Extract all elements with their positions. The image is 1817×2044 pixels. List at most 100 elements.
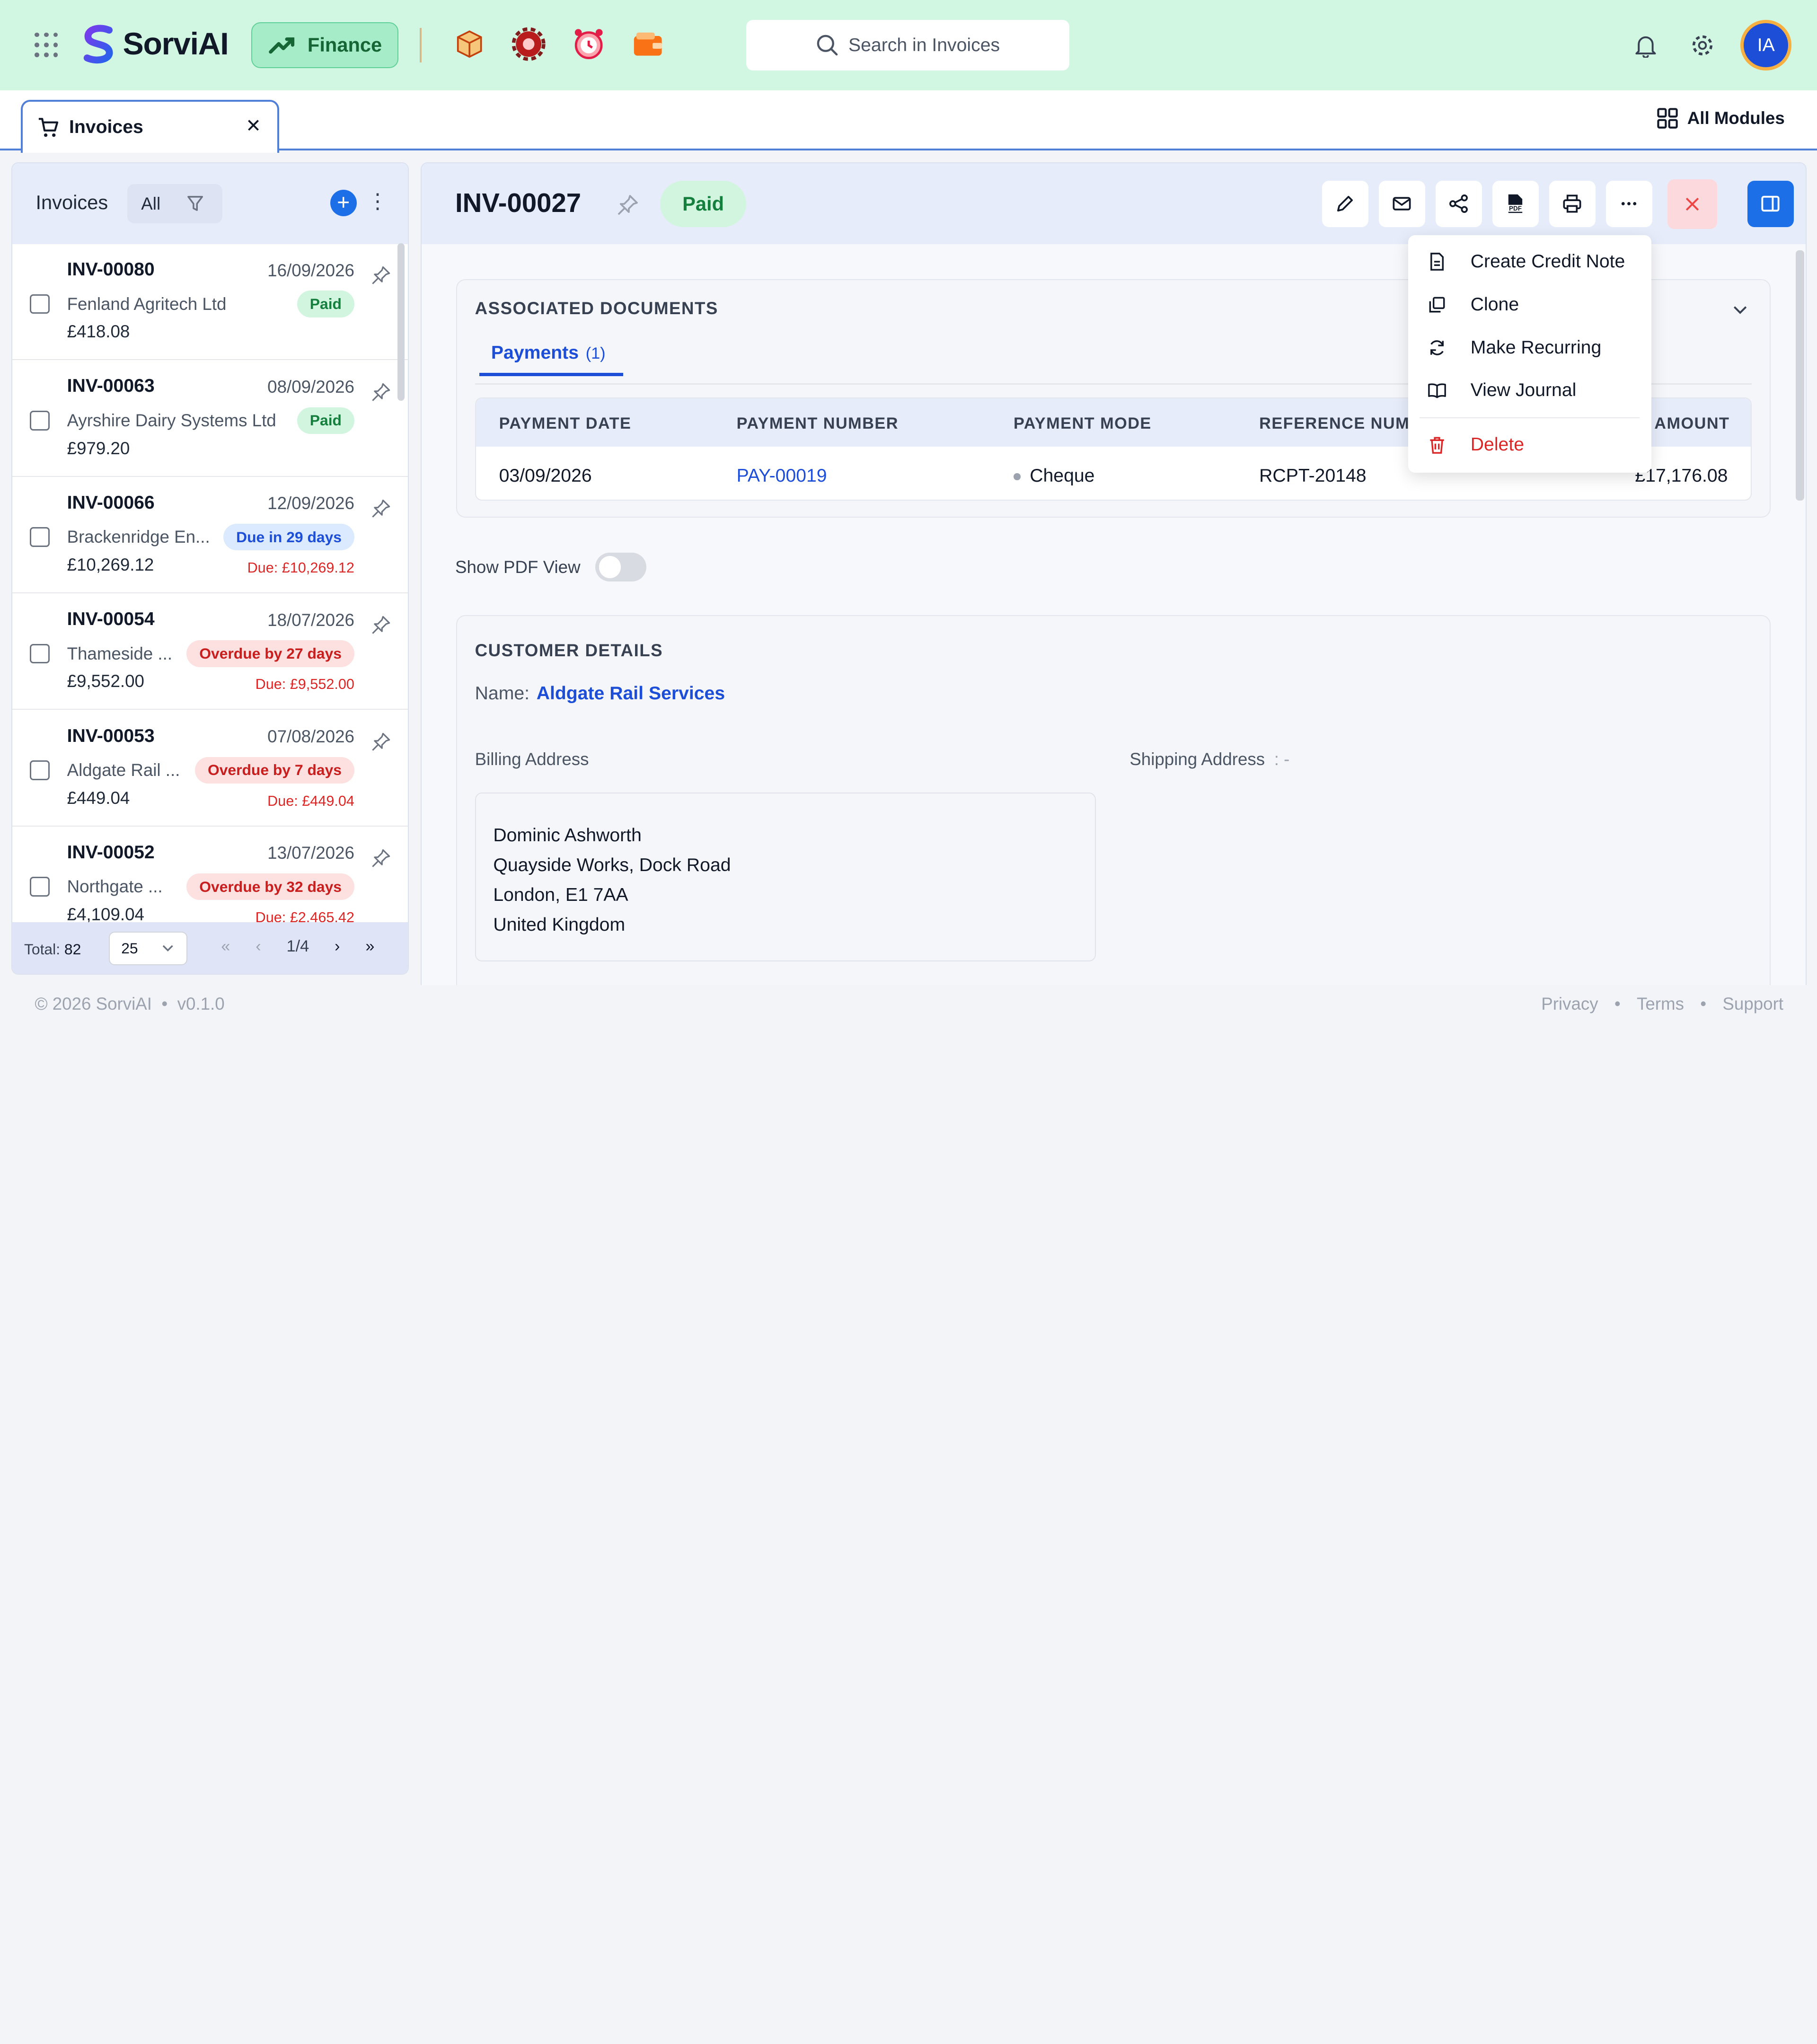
list-item[interactable]: INV-00053 07/08/2026 Aldgate Rail ... £449.… <box>12 710 408 827</box>
version-text: v0.1.0 <box>177 994 225 1014</box>
pin-icon[interactable] <box>370 731 391 752</box>
list-item[interactable]: INV-00054 18/07/2026 Thameside ... £9,552.0… <box>12 594 408 710</box>
payments-tab-label: Payments <box>491 343 579 363</box>
inventory-box-icon[interactable] <box>451 26 488 62</box>
list-item[interactable]: INV-00052 13/07/2026 Northgate ... £4,109.0… <box>12 827 408 922</box>
menu-delete[interactable]: Delete <box>1408 426 1651 463</box>
list-item[interactable]: INV-00063 08/09/2026 Ayrshire Dairy System… <box>12 361 408 477</box>
filter-icon <box>187 196 203 211</box>
row-checkbox[interactable] <box>30 294 50 314</box>
payment-mode-value: Cheque <box>1030 465 1095 486</box>
email-button[interactable] <box>1378 180 1425 227</box>
alarm-clock-icon[interactable] <box>570 26 607 62</box>
active-tab-indicator <box>479 373 624 377</box>
add-invoice-button[interactable]: + <box>330 190 357 217</box>
list-header: Invoices All + ⋮ <box>12 163 408 245</box>
row-checkbox[interactable] <box>30 877 50 897</box>
share-button[interactable] <box>1435 180 1482 227</box>
search-icon <box>817 35 838 56</box>
invoice-date: 13/07/2026 <box>267 843 354 863</box>
menu-view-journal[interactable]: View Journal <box>1408 372 1651 409</box>
privacy-link[interactable]: Privacy <box>1541 994 1598 1014</box>
last-page-icon[interactable]: » <box>365 937 374 956</box>
per-page-select[interactable]: 25 <box>108 931 188 965</box>
cart-icon <box>39 118 59 137</box>
pin-icon[interactable] <box>370 265 391 286</box>
list-filter-dropdown[interactable]: All <box>127 184 222 224</box>
customer-name-link[interactable]: Aldgate Rail Services <box>537 683 725 704</box>
more-actions-menu: Create Credit Note Clone Make Recurring … <box>1408 235 1651 473</box>
invoice-rows: INV-00080 16/09/2026 Fenland Agritech Ltd £… <box>12 244 408 922</box>
module-finance-button[interactable]: Finance <box>251 22 399 69</box>
payments-count: (1) <box>585 344 606 363</box>
customer-name: Thameside ... <box>67 643 173 663</box>
row-checkbox[interactable] <box>30 527 50 547</box>
tab-invoices[interactable]: Invoices ✕ <box>21 99 280 153</box>
app-launcher-icon[interactable] <box>35 32 60 58</box>
col-amount: AMOUNT <box>1654 414 1730 432</box>
more-actions-button[interactable] <box>1605 180 1652 227</box>
detail-scrollbar[interactable] <box>1796 250 1804 501</box>
settings-gear-icon[interactable] <box>1690 33 1715 58</box>
customer-name: Brackenridge En... <box>67 527 210 547</box>
edit-button[interactable] <box>1322 180 1368 227</box>
list-item[interactable]: INV-00080 16/09/2026 Fenland Agritech Ltd £… <box>12 244 408 361</box>
shipping-label-text: Shipping Address <box>1129 749 1265 769</box>
billing-address-box: Dominic Ashworth Quayside Works, Dock Ro… <box>475 792 1096 962</box>
due-amount: Due: £9,552.00 <box>255 676 354 693</box>
terms-link[interactable]: Terms <box>1637 994 1684 1014</box>
invoice-date: 12/09/2026 <box>267 493 354 513</box>
list-title: Invoices <box>35 191 108 213</box>
search-input[interactable]: Search in Invoices <box>746 19 1070 71</box>
total-count: Total: 82 <box>24 941 81 958</box>
list-scrollbar[interactable] <box>397 243 405 401</box>
due-amount: Due: £2,465.42 <box>255 909 354 922</box>
pin-icon[interactable] <box>370 382 391 403</box>
status-badge: Paid <box>297 407 354 434</box>
menu-clone[interactable]: Clone <box>1408 286 1651 323</box>
menu-create-credit-note[interactable]: Create Credit Note <box>1408 243 1651 280</box>
service-gear-icon[interactable] <box>510 26 547 62</box>
prev-page-icon[interactable]: ‹ <box>256 937 261 956</box>
tab-close-icon[interactable]: ✕ <box>246 115 261 137</box>
show-pdf-toggle[interactable] <box>595 552 647 581</box>
close-icon <box>1685 198 1699 211</box>
pdf-button[interactable]: PDF <box>1492 180 1539 227</box>
row-checkbox[interactable] <box>30 760 50 780</box>
pin-icon[interactable] <box>370 615 391 635</box>
menu-item-label: Make Recurring <box>1470 337 1602 358</box>
menu-item-label: Delete <box>1470 434 1524 455</box>
bell-icon[interactable] <box>1633 33 1658 58</box>
next-page-icon[interactable]: › <box>335 937 340 956</box>
app-logo[interactable]: SorviAI <box>79 23 229 65</box>
invoice-number: INV-00066 <box>67 492 155 513</box>
user-avatar[interactable]: IA <box>1740 19 1792 71</box>
list-item[interactable]: INV-00066 12/09/2026 Brackenridge En... £10… <box>12 477 408 593</box>
pin-icon[interactable] <box>370 498 391 519</box>
pin-icon[interactable] <box>616 194 639 217</box>
print-button[interactable] <box>1549 180 1596 227</box>
wallet-icon[interactable] <box>629 26 666 62</box>
first-page-icon[interactable]: « <box>221 937 230 956</box>
trash-icon <box>1430 437 1444 454</box>
detail-header: INV-00027 Paid PDF <box>421 163 1806 245</box>
sidebar-panel-icon <box>1761 195 1780 212</box>
status-badge: Paid <box>660 180 746 227</box>
modules-grid-icon <box>1657 108 1678 129</box>
payment-number-link[interactable]: PAY-00019 <box>737 466 827 486</box>
row-checkbox[interactable] <box>30 410 50 431</box>
pin-icon[interactable] <box>370 848 391 869</box>
menu-make-recurring[interactable]: Make Recurring <box>1408 329 1651 366</box>
collapse-chevron-icon[interactable] <box>1731 300 1749 318</box>
tab-payments[interactable]: Payments (1) <box>491 343 606 363</box>
search-placeholder: Search in Invoices <box>848 35 1000 55</box>
all-modules-button[interactable]: All Modules <box>1657 108 1785 129</box>
toggle-sidebar-button[interactable] <box>1747 180 1794 227</box>
logo-icon <box>83 25 113 64</box>
invoice-date: 18/07/2026 <box>267 610 354 630</box>
row-checkbox[interactable] <box>30 643 50 664</box>
list-more-icon[interactable]: ⋮ <box>367 191 388 212</box>
support-link[interactable]: Support <box>1722 994 1783 1014</box>
mail-icon <box>1393 197 1411 211</box>
close-detail-button[interactable] <box>1667 179 1717 229</box>
